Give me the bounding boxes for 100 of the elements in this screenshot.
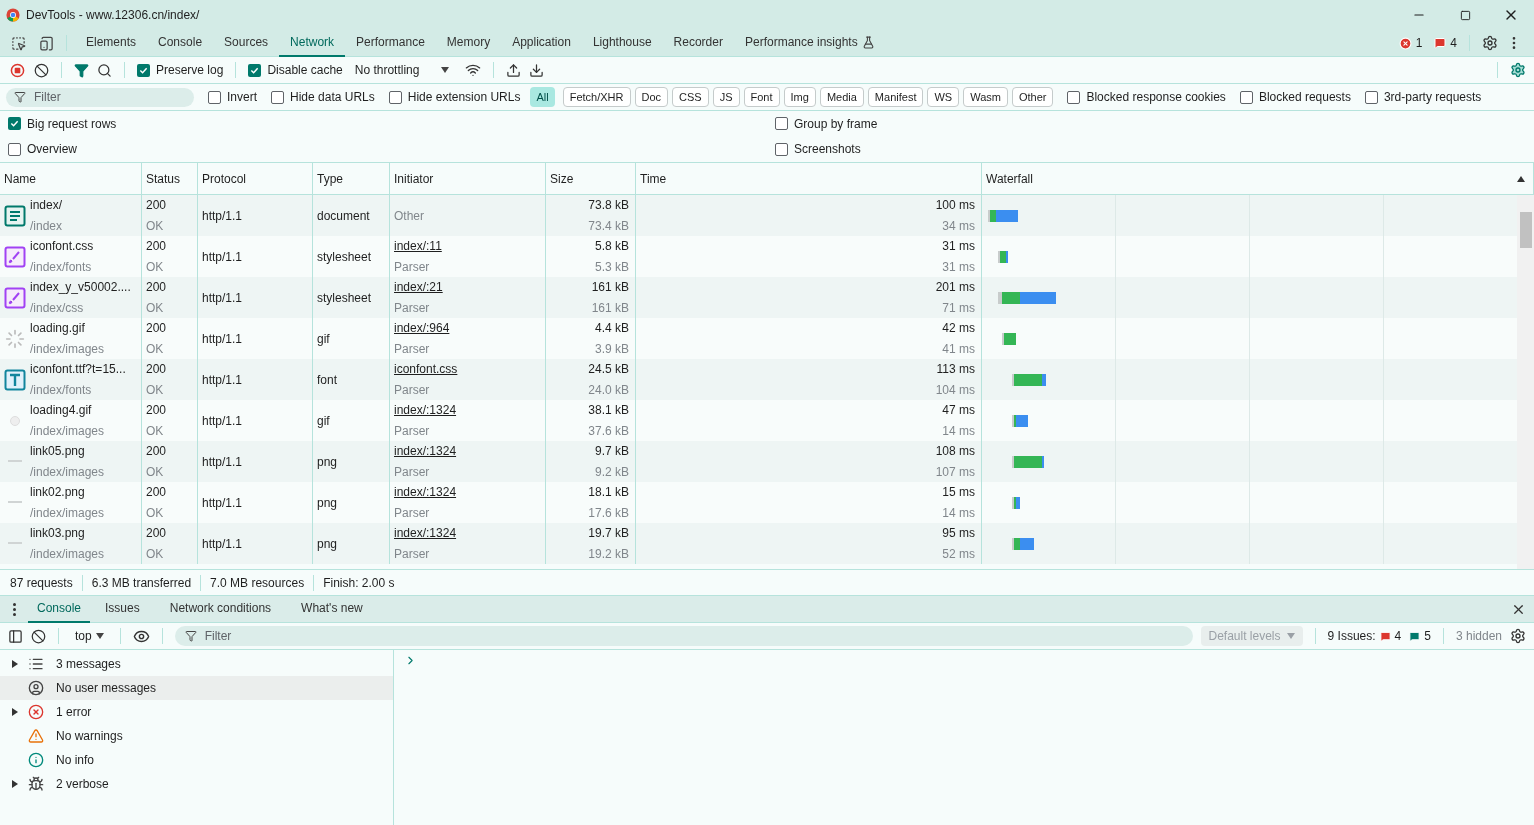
- resource-type-filter[interactable]: Font: [743, 87, 780, 107]
- error-icon: [1398, 36, 1412, 50]
- column-header[interactable]: Name: [0, 163, 142, 194]
- resource-type-filter[interactable]: Wasm: [963, 87, 1008, 107]
- resource-type-filter[interactable]: Fetch/XHR: [562, 87, 631, 107]
- checkbox[interactable]: [775, 117, 788, 131]
- panel-tab[interactable]: Performance: [345, 29, 436, 57]
- download-button[interactable]: [529, 62, 545, 78]
- status-text: OK: [146, 464, 165, 481]
- panel-tab[interactable]: Application: [501, 29, 582, 57]
- request-row[interactable]: link05.png /index/images 200 OK http/1.1 png index/:1324 Parser 9.7 kB 9.2 kB 108 ms 107 ms: [0, 441, 1517, 482]
- scrollbar[interactable]: [1517, 195, 1534, 569]
- clear-button[interactable]: [34, 62, 49, 78]
- filter-field[interactable]: Filter: [6, 87, 194, 107]
- column-header[interactable]: Size: [546, 163, 636, 194]
- checkbox[interactable]: [271, 90, 284, 104]
- request-row[interactable]: iconfont.ttf?t=15... /index/fonts 200 OK http/1.1 font iconfont.css Parser 24.5 kB 24.0 kB 113 ms 104 ms: [0, 359, 1517, 400]
- initiator-link[interactable]: index/:1324: [394, 483, 457, 501]
- sidebar-item-label: 1 error: [56, 704, 92, 721]
- initiator-link[interactable]: index/:1324: [394, 442, 457, 460]
- issue-count[interactable]: 4: [1430, 34, 1461, 52]
- console-sidebar-item[interactable]: 1 error: [0, 700, 393, 724]
- issues-button[interactable]: 9 Issues: 4 5: [1327, 627, 1431, 645]
- checkbox[interactable]: [1364, 90, 1378, 104]
- checkbox[interactable]: [248, 63, 262, 77]
- initiator-link[interactable]: index/:21: [394, 278, 443, 296]
- resource-type-filter[interactable]: Other: [1011, 87, 1054, 107]
- checkbox-label: Hide data URLs: [290, 89, 375, 106]
- column-header[interactable]: Protocol: [198, 163, 313, 194]
- drawer-tab[interactable]: Console: [28, 595, 91, 623]
- console-sidebar-item[interactable]: No warnings: [0, 724, 393, 748]
- column-header[interactable]: Status: [142, 163, 198, 194]
- panel-tab[interactable]: Recorder: [662, 29, 734, 57]
- resource-type-filter[interactable]: Doc: [634, 87, 669, 107]
- panel-tab[interactable]: Performance insights: [733, 29, 886, 57]
- initiator-link[interactable]: iconfont.css: [394, 360, 458, 378]
- request-name: index_y_v50002....: [30, 279, 131, 296]
- clear-console-button[interactable]: [31, 628, 46, 644]
- resource-type-filter[interactable]: CSS: [672, 87, 709, 107]
- console-sidebar-item[interactable]: No user messages: [0, 676, 393, 700]
- initiator-link[interactable]: index/:1324: [394, 524, 457, 542]
- context-dropdown[interactable]: top: [71, 627, 108, 645]
- request-row[interactable]: index_y_v50002.... /index/css 200 OK http/1.1 stylesheet index/:21 Parser 161 kB 161 kB 201 ms 71 ms: [0, 277, 1517, 318]
- drawer-tab[interactable]: Network conditions: [154, 595, 287, 623]
- latency-time: 52 ms: [942, 546, 975, 563]
- network-conditions-button[interactable]: [465, 62, 482, 78]
- record-button[interactable]: [8, 61, 26, 79]
- console-settings-button[interactable]: [1510, 628, 1526, 644]
- checkbox[interactable]: [775, 142, 788, 156]
- panel-tab[interactable]: Console: [147, 29, 214, 57]
- network-settings-button[interactable]: [1510, 62, 1526, 78]
- resource-type-filter[interactable]: JS: [712, 87, 740, 107]
- panel-tab[interactable]: Sources: [213, 29, 280, 57]
- drawer-tab[interactable]: Issues: [90, 595, 155, 623]
- resource-type-filter[interactable]: All: [530, 87, 555, 107]
- initiator-link[interactable]: index/:964: [394, 319, 450, 337]
- panel-tab[interactable]: Elements: [75, 29, 148, 57]
- checkbox[interactable]: [208, 90, 221, 104]
- checkbox[interactable]: [1239, 90, 1253, 104]
- request-row[interactable]: link03.png /index/images 200 OK http/1.1 png index/:1324 Parser 19.7 kB 19.2 kB 95 ms 52 ms: [0, 523, 1517, 564]
- column-header[interactable]: Time: [636, 163, 982, 194]
- panel-tab[interactable]: Memory: [435, 29, 502, 57]
- resource-type-filter[interactable]: Img: [783, 87, 816, 107]
- search-button[interactable]: [97, 62, 112, 78]
- column-header[interactable]: Type: [313, 163, 390, 194]
- brush-icon: [4, 245, 26, 268]
- console-filter-field[interactable]: Filter: [174, 626, 1193, 646]
- initiator-link[interactable]: index/:1324: [394, 401, 457, 419]
- panel-tab[interactable]: Lighthouse: [581, 29, 663, 57]
- checkbox[interactable]: [8, 117, 21, 131]
- resource-type-filter[interactable]: WS: [927, 87, 960, 107]
- checkbox[interactable]: [388, 90, 402, 104]
- status-code: 200: [146, 525, 168, 542]
- filter-toggle-button[interactable]: [74, 62, 89, 78]
- checkbox[interactable]: [8, 142, 21, 156]
- checkbox-label: Blocked requests: [1258, 89, 1351, 106]
- checkbox[interactable]: [137, 63, 150, 77]
- type-cell-text: gif: [317, 330, 330, 348]
- panel-tab[interactable]: Network: [279, 29, 346, 57]
- sidebar-toggle-button[interactable]: [8, 628, 23, 644]
- checkbox-label: Overview: [27, 141, 77, 159]
- column-header[interactable]: Initiator: [390, 163, 546, 194]
- checkbox[interactable]: [1067, 90, 1081, 104]
- console-sidebar-item[interactable]: No info: [0, 748, 393, 772]
- resource-type-filter[interactable]: Manifest: [867, 87, 924, 107]
- drawer-tab[interactable]: What's new: [286, 595, 378, 623]
- throttling-dropdown[interactable]: No throttling: [354, 61, 450, 79]
- console-sidebar-item[interactable]: 2 verbose: [0, 772, 393, 796]
- console-sidebar-item[interactable]: 3 messages: [0, 652, 393, 676]
- error-count[interactable]: 1: [1394, 34, 1427, 52]
- upload-button[interactable]: [506, 62, 522, 78]
- protocol-cell-text: http/1.1: [202, 289, 243, 307]
- list-icon: [28, 656, 44, 672]
- request-row[interactable]: index/ /index 200 OK http/1.1 document Other 73.8 kB 73.4 kB 100 ms 34 ms: [0, 195, 1517, 236]
- resource-type-filter[interactable]: Media: [819, 87, 864, 107]
- column-header[interactable]: Waterfall: [982, 163, 1534, 194]
- initiator-detail: Parser: [394, 546, 431, 563]
- initiator-link[interactable]: index/:11: [394, 237, 442, 255]
- total-time: 42 ms: [942, 320, 975, 337]
- protocol-cell-text: http/1.1: [202, 535, 243, 553]
